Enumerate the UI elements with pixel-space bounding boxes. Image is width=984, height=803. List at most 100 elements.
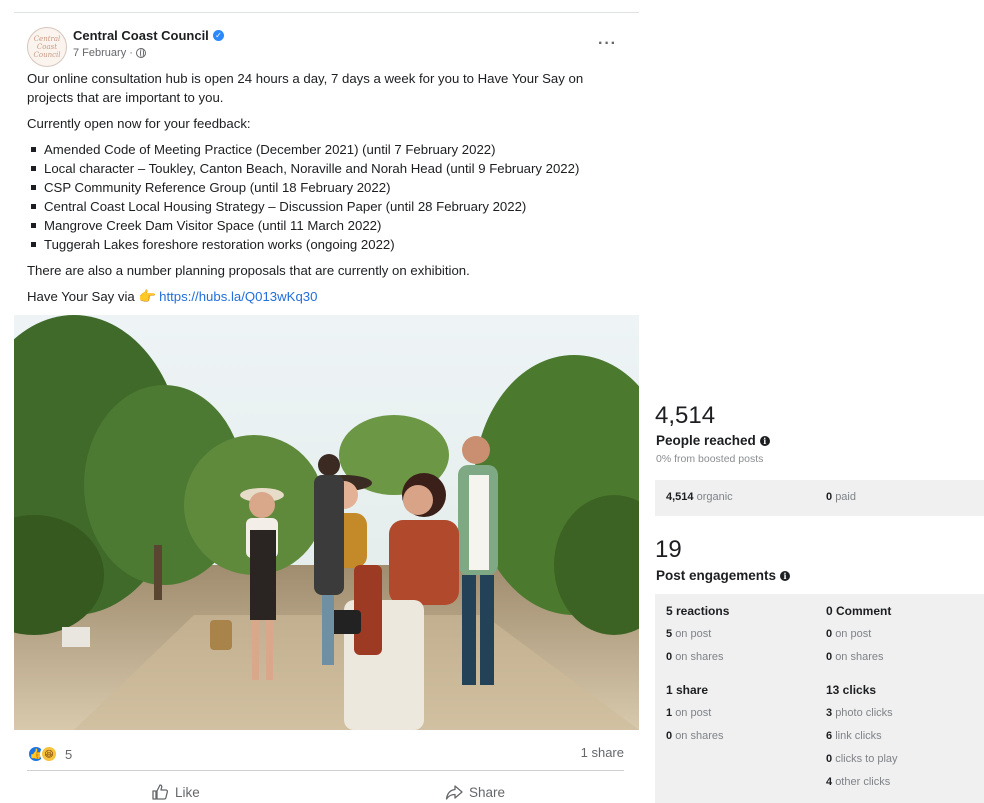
cta-line: Have Your Say via 👉 https://hubs.la/Q013…: [27, 287, 627, 306]
organic-stat: 4,514 organic: [666, 491, 733, 503]
stat-label: on post: [835, 628, 872, 640]
paid-value: 0: [826, 491, 833, 503]
reactions-summary[interactable]: 👍 😆 5: [27, 744, 72, 764]
verified-badge-icon: ✓: [213, 30, 224, 41]
stat-label: clicks to play: [835, 753, 898, 765]
reach-breakdown: 4,514 organic 0 paid: [655, 480, 984, 516]
list-item: Central Coast Local Housing Strategy – D…: [27, 197, 627, 216]
share-arrow-icon: [445, 785, 463, 800]
post-body: Our online consultation hub is open 24 h…: [27, 69, 627, 313]
exhibition-text: There are also a number planning proposa…: [27, 263, 470, 278]
stat-value: 4: [826, 776, 833, 788]
bullet-icon: [31, 223, 36, 228]
stat-value: 0: [826, 628, 833, 640]
stat-value: 3: [826, 707, 833, 719]
stat-label: on shares: [675, 651, 724, 663]
bullet-icon: [31, 166, 36, 171]
stat-label: on post: [675, 628, 712, 640]
reactions-head: 5 reactions: [666, 604, 730, 618]
post-date-link[interactable]: 7 February: [73, 47, 126, 59]
list-item: CSP Community Reference Group (until 18 …: [27, 178, 627, 197]
list-item-text: Amended Code of Meeting Practice (Decemb…: [44, 142, 496, 157]
haha-reaction-icon: 😆: [40, 745, 58, 763]
thumbs-up-icon: [152, 784, 169, 800]
stat-value: 6: [826, 730, 833, 742]
reach-value: 4,514: [655, 402, 716, 429]
info-icon[interactable]: i: [780, 570, 791, 581]
avatar-logo-text: Central Coast Council: [33, 35, 61, 59]
organic-label: organic: [696, 491, 733, 503]
stat-value: 0: [666, 730, 673, 742]
stat-value: 1: [666, 707, 673, 719]
comment-on-shares: 0 on shares: [826, 651, 884, 663]
stat-label: on post: [675, 707, 712, 719]
engagement-title: Post engagements i: [656, 568, 791, 583]
engagement-title-text: Post engagements: [656, 568, 777, 583]
engagement-breakdown: 5 reactions 5 on post 0 on shares 0 Comm…: [655, 594, 984, 803]
stat-label: on shares: [835, 651, 884, 663]
paid-stat: 0 paid: [826, 491, 856, 503]
share-label: Share: [469, 784, 506, 800]
paid-label: paid: [835, 491, 856, 503]
stat-label: on shares: [675, 730, 724, 742]
like-button[interactable]: Like: [151, 781, 200, 803]
meta-separator: ·: [129, 47, 133, 59]
reactions-on-post: 5 on post: [666, 628, 711, 640]
share-head: 1 share: [666, 683, 709, 697]
other-clicks: 4 other clicks: [826, 776, 890, 788]
list-item-text: CSP Community Reference Group (until 18 …: [44, 180, 391, 195]
engagement-value: 19: [655, 536, 682, 563]
stat-label: link clicks: [835, 730, 882, 742]
footer-divider: [27, 770, 624, 771]
facebook-post: Central Coast Council Central Coast Coun…: [14, 12, 639, 803]
bullet-icon: [31, 242, 36, 247]
comment-on-post: 0 on post: [826, 628, 871, 640]
comment-head: 0 Comment: [826, 604, 892, 618]
reach-title-text: People reached: [656, 433, 756, 448]
share-count-link[interactable]: 1 share: [581, 745, 624, 760]
stat-value: 0: [666, 651, 673, 663]
boosted-text: 0% from boosted posts: [656, 453, 764, 465]
share-button[interactable]: Share: [445, 781, 505, 803]
list-item: Mangrove Creek Dam Visitor Space (until …: [27, 216, 627, 235]
list-item: Local character – Toukley, Canton Beach,…: [27, 159, 627, 178]
pointing-hand-icon: 👉: [138, 288, 156, 304]
list-item: Tuggerah Lakes foreshore restoration wor…: [27, 235, 627, 254]
reaction-count: 5: [65, 746, 73, 762]
more-options-icon[interactable]: ···: [598, 35, 617, 53]
stat-value: 0: [826, 651, 833, 663]
clicks-head: 13 clicks: [826, 683, 877, 697]
organic-value: 4,514: [666, 491, 694, 503]
stat-label: other clicks: [835, 776, 891, 788]
info-icon[interactable]: i: [759, 435, 770, 446]
list-item-text: Mangrove Creek Dam Visitor Space (until …: [44, 218, 382, 233]
consultation-list: Amended Code of Meeting Practice (Decemb…: [27, 140, 627, 254]
like-label: Like: [175, 784, 200, 800]
cta-prefix: Have Your Say via: [27, 289, 135, 304]
list-item-text: Central Coast Local Housing Strategy – D…: [44, 199, 527, 214]
post-photo[interactable]: [14, 315, 639, 730]
page-avatar[interactable]: Central Coast Council: [27, 27, 67, 67]
cta-link[interactable]: https://hubs.la/Q013wKq30: [159, 289, 317, 304]
bullet-icon: [31, 185, 36, 190]
bullet-icon: [31, 147, 36, 152]
photo-clicks: 3 photo clicks: [826, 707, 893, 719]
post-header: Central Coast Council Central Coast Coun…: [14, 23, 639, 71]
list-item-text: Local character – Toukley, Canton Beach,…: [44, 161, 580, 176]
play-clicks: 0 clicks to play: [826, 753, 898, 765]
bullet-icon: [31, 204, 36, 209]
link-clicks: 6 link clicks: [826, 730, 882, 742]
list-item: Amended Code of Meeting Practice (Decemb…: [27, 140, 627, 159]
open-heading: Currently open now for your feedback:: [27, 116, 251, 131]
list-item-text: Tuggerah Lakes foreshore restoration wor…: [44, 237, 395, 252]
post-meta: 7 February ·: [73, 47, 146, 59]
reach-title: People reached i: [656, 433, 770, 448]
post-intro: Our online consultation hub is open 24 h…: [27, 71, 584, 105]
stat-value: 0: [826, 753, 833, 765]
stat-label: photo clicks: [835, 707, 893, 719]
reactions-on-shares: 0 on shares: [666, 651, 724, 663]
stat-value: 5: [666, 628, 673, 640]
globe-icon[interactable]: [135, 48, 146, 58]
page-name-link[interactable]: Central Coast Council: [73, 28, 209, 43]
share-on-shares: 0 on shares: [666, 730, 724, 742]
